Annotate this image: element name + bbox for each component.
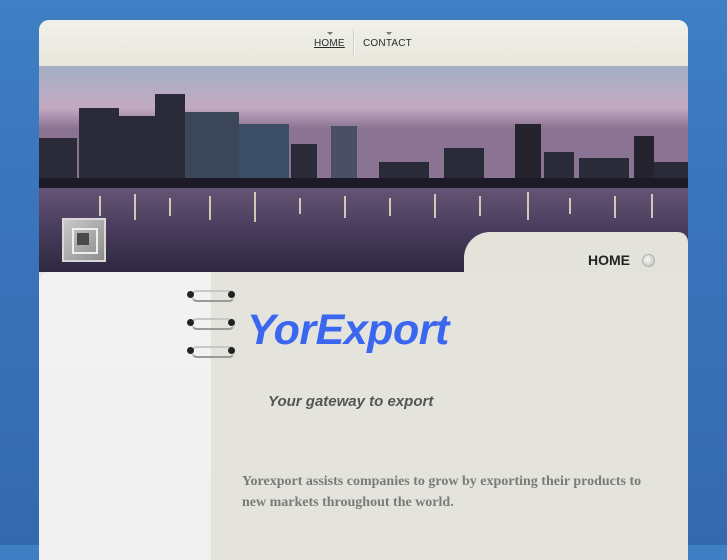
page-container: HOME CONTACT HOME YorExport Your gateway… bbox=[39, 20, 688, 560]
spiral-binding-icon bbox=[187, 288, 235, 302]
left-sidebar bbox=[39, 272, 211, 560]
nav-marker-icon bbox=[386, 32, 392, 35]
nav-marker-icon bbox=[327, 32, 333, 35]
nav-contact-link[interactable]: CONTACT bbox=[361, 20, 417, 66]
nav-home-link[interactable]: HOME bbox=[311, 20, 349, 66]
circle-bullet-icon bbox=[642, 254, 655, 267]
nav-divider bbox=[353, 29, 355, 55]
brand-title: YorExport bbox=[247, 306, 449, 354]
main-nav: HOME CONTACT bbox=[39, 20, 688, 66]
nav-home-label: HOME bbox=[314, 38, 345, 49]
spiral-binding-icon bbox=[187, 316, 235, 330]
nav-contact-label: CONTACT bbox=[363, 38, 412, 49]
tagline: Your gateway to export bbox=[268, 393, 434, 410]
intro-paragraph: Yorexport assists companies to grow by e… bbox=[242, 474, 642, 510]
square-logo-icon bbox=[62, 218, 106, 262]
section-title: HOME bbox=[588, 252, 630, 268]
top-nav-bar: HOME CONTACT bbox=[39, 20, 688, 66]
spiral-binding-icon bbox=[187, 344, 235, 358]
